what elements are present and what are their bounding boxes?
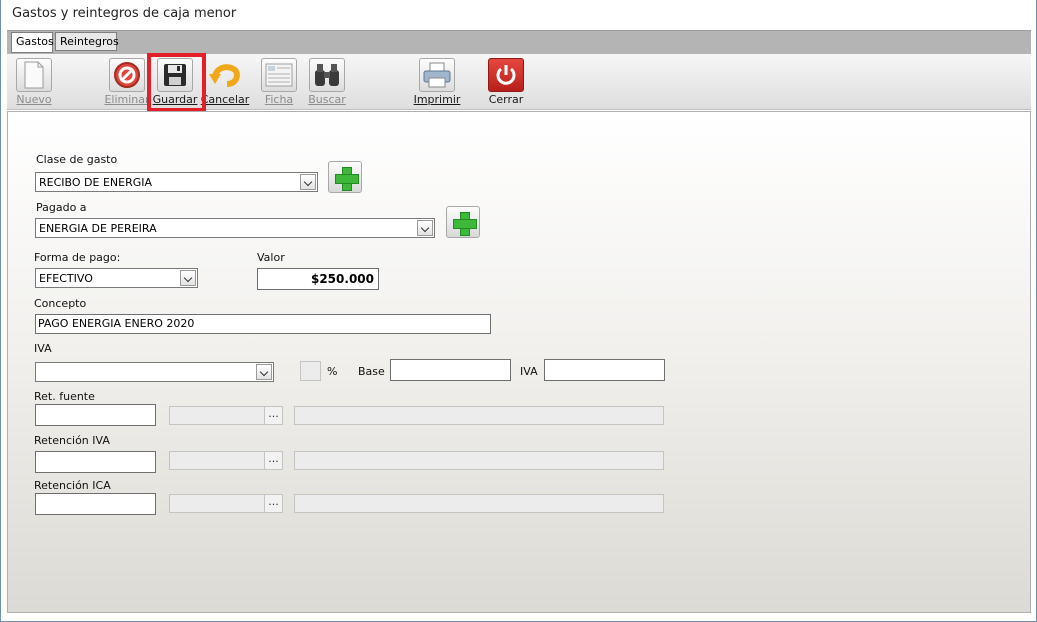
cancelar-button[interactable]: Cancelar bbox=[200, 56, 250, 108]
iva-percent-box bbox=[300, 361, 321, 381]
retiva-lookup-button[interactable]: ... bbox=[264, 451, 283, 470]
iva-label: IVA bbox=[34, 342, 52, 355]
undo-arrow-icon bbox=[207, 58, 243, 92]
add-pagado-button[interactable] bbox=[446, 206, 480, 238]
new-document-icon bbox=[16, 58, 52, 92]
iva-amount-input[interactable] bbox=[544, 359, 665, 381]
nuevo-button[interactable]: Nuevo bbox=[9, 56, 59, 108]
forma-combo[interactable]: EFECTIVO bbox=[35, 268, 198, 288]
plus-icon bbox=[461, 220, 467, 226]
record-card-icon bbox=[261, 58, 297, 92]
window-title: Gastos y reintegros de caja menor bbox=[12, 6, 237, 21]
clase-label: Clase de gasto bbox=[36, 153, 118, 166]
retiva-desc-input bbox=[294, 451, 664, 470]
nuevo-label: Nuevo bbox=[16, 93, 52, 106]
pagado-label: Pagado a bbox=[36, 201, 87, 214]
ficha-button[interactable]: Ficha bbox=[254, 56, 304, 108]
chevron-down-icon[interactable] bbox=[180, 270, 196, 286]
retfuente-desc-input bbox=[294, 406, 664, 425]
plus-icon bbox=[343, 175, 349, 181]
percent-label: % bbox=[327, 365, 338, 378]
delete-icon bbox=[109, 58, 145, 92]
concepto-label: Concepto bbox=[34, 297, 87, 310]
cerrar-button[interactable]: Cerrar bbox=[481, 56, 531, 108]
eliminar-label: Eliminar bbox=[104, 93, 150, 106]
clase-combo[interactable]: RECIBO DE ENERGIA bbox=[35, 172, 318, 192]
retiva-input[interactable] bbox=[35, 451, 156, 473]
retfuente-code-input bbox=[169, 406, 265, 425]
buscar-label: Buscar bbox=[308, 93, 346, 106]
forma-label: Forma de pago: bbox=[34, 251, 121, 264]
guardar-highlight-box bbox=[147, 53, 206, 112]
iva-amount-label: IVA bbox=[520, 365, 538, 378]
pagado-value: ENERGIA DE PEREIRA bbox=[39, 222, 157, 235]
clase-value: RECIBO DE ENERGIA bbox=[39, 176, 153, 189]
retica-label: Retención ICA bbox=[34, 479, 111, 492]
pagado-combo[interactable]: ENERGIA DE PEREIRA bbox=[35, 218, 435, 238]
retiva-code-input bbox=[169, 451, 265, 470]
iva-combo[interactable] bbox=[35, 362, 274, 382]
binoculars-icon bbox=[309, 58, 345, 92]
printer-icon bbox=[419, 58, 455, 92]
valor-value: $250.000 bbox=[310, 272, 374, 286]
retica-input[interactable] bbox=[35, 493, 156, 515]
eliminar-button[interactable]: Eliminar bbox=[102, 56, 152, 108]
base-input[interactable] bbox=[390, 359, 511, 381]
add-clase-button[interactable] bbox=[328, 161, 362, 193]
valor-input[interactable]: $250.000 bbox=[257, 268, 379, 290]
power-icon bbox=[488, 58, 524, 92]
retfuente-input[interactable] bbox=[35, 404, 156, 426]
cerrar-label: Cerrar bbox=[488, 93, 524, 106]
concepto-value: PAGO ENERGIA ENERO 2020 bbox=[38, 317, 195, 330]
app-window: Gastos y reintegros de caja menor Gastos… bbox=[0, 0, 1037, 622]
tab-reintegros[interactable]: Reintegros bbox=[55, 32, 119, 51]
ficha-label: Ficha bbox=[264, 93, 294, 106]
chevron-down-icon[interactable] bbox=[300, 174, 316, 190]
cancelar-label: Cancelar bbox=[200, 93, 250, 106]
imprimir-label: Imprimir bbox=[413, 93, 461, 106]
chevron-down-icon[interactable] bbox=[417, 220, 433, 236]
retiva-label: Retención IVA bbox=[34, 434, 110, 447]
tab-strip: Gastos Reintegros bbox=[7, 30, 1031, 54]
forma-value: EFECTIVO bbox=[39, 272, 93, 285]
retica-lookup-button[interactable]: ... bbox=[264, 494, 283, 513]
valor-label: Valor bbox=[257, 251, 285, 264]
retfuente-label: Ret. fuente bbox=[34, 390, 95, 403]
form-panel: Clase de gasto RECIBO DE ENERGIA Pagado … bbox=[7, 111, 1031, 613]
retica-desc-input bbox=[294, 494, 664, 513]
tab-gastos[interactable]: Gastos bbox=[11, 32, 54, 53]
retica-code-input bbox=[169, 494, 265, 513]
imprimir-button[interactable]: Imprimir bbox=[412, 56, 462, 108]
concepto-input[interactable]: PAGO ENERGIA ENERO 2020 bbox=[35, 314, 491, 334]
retfuente-lookup-button[interactable]: ... bbox=[264, 406, 283, 425]
base-label: Base bbox=[358, 365, 385, 378]
chevron-down-icon[interactable] bbox=[256, 364, 272, 380]
buscar-button[interactable]: Buscar bbox=[302, 56, 352, 108]
